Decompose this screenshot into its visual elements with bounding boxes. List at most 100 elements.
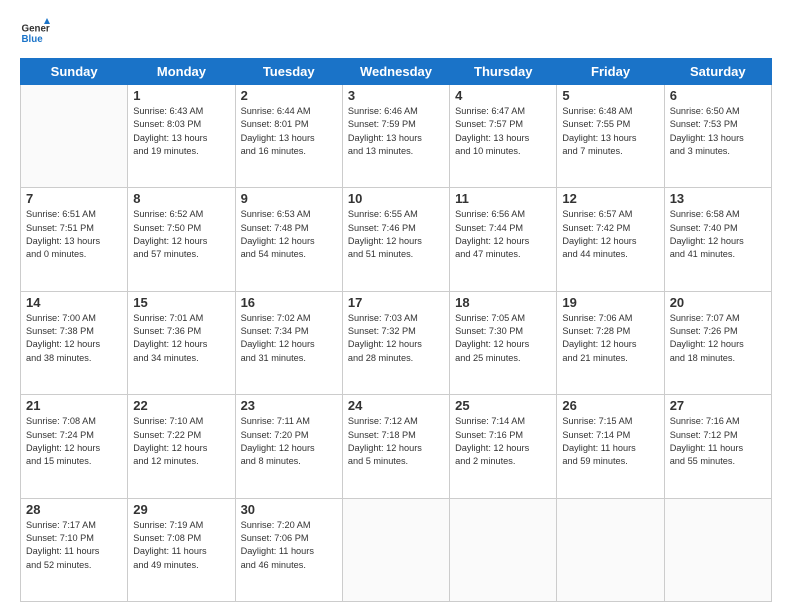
calendar-cell: 3Sunrise: 6:46 AMSunset: 7:59 PMDaylight… bbox=[342, 85, 449, 188]
day-number: 26 bbox=[562, 398, 658, 413]
day-number: 24 bbox=[348, 398, 444, 413]
calendar-cell: 11 Sunrise: 6:56 AMSunset: 7:44 PMDayligh… bbox=[450, 188, 557, 291]
day-info: Sunrise: 6:47 AMSunset: 7:57 PMDaylight:… bbox=[455, 105, 551, 158]
calendar-cell: 22 Sunrise: 7:10 AMSunset: 7:22 PMDayligh… bbox=[128, 395, 235, 498]
calendar-cell: 24 Sunrise: 7:12 AMSunset: 7:18 PMDayligh… bbox=[342, 395, 449, 498]
day-number: 11 bbox=[455, 191, 551, 206]
calendar-cell: 1 Sunrise: 6:43 AMSunset: 8:03 PMDaylight… bbox=[128, 85, 235, 188]
day-number: 14 bbox=[26, 295, 122, 310]
day-info: Sunrise: 6:58 AMSunset: 7:40 PMDaylight:… bbox=[670, 208, 766, 261]
day-info: Sunrise: 6:53 AMSunset: 7:48 PMDaylight:… bbox=[241, 208, 337, 261]
logo: General Blue bbox=[20, 18, 54, 48]
day-number: 17 bbox=[348, 295, 444, 310]
day-number: 20 bbox=[670, 295, 766, 310]
day-info: Sunrise: 7:02 AMSunset: 7:34 PMDaylight:… bbox=[241, 312, 337, 365]
calendar-cell: 25 Sunrise: 7:14 AMSunset: 7:16 PMDayligh… bbox=[450, 395, 557, 498]
day-number: 19 bbox=[562, 295, 658, 310]
day-info: Sunrise: 6:57 AMSunset: 7:42 PMDaylight:… bbox=[562, 208, 658, 261]
day-info: Sunrise: 7:08 AMSunset: 7:24 PMDaylight:… bbox=[26, 415, 122, 468]
day-info: Sunrise: 7:14 AMSunset: 7:16 PMDaylight:… bbox=[455, 415, 551, 468]
logo-icon: General Blue bbox=[20, 18, 50, 48]
day-info: Sunrise: 7:15 AMSunset: 7:14 PMDaylight:… bbox=[562, 415, 658, 468]
calendar-cell: 27 Sunrise: 7:16 AMSunset: 7:12 PMDayligh… bbox=[664, 395, 771, 498]
calendar-cell: 28 Sunrise: 7:17 AMSunset: 7:10 PMDayligh… bbox=[21, 498, 128, 601]
calendar-cell: 2 Sunrise: 6:44 AMSunset: 8:01 PMDaylight… bbox=[235, 85, 342, 188]
day-info: Sunrise: 7:07 AMSunset: 7:26 PMDaylight:… bbox=[670, 312, 766, 365]
day-number: 2 bbox=[241, 88, 337, 103]
day-number: 3 bbox=[348, 88, 444, 103]
calendar-cell: 26 Sunrise: 7:15 AMSunset: 7:14 PMDayligh… bbox=[557, 395, 664, 498]
day-number: 16 bbox=[241, 295, 337, 310]
svg-text:General: General bbox=[22, 24, 51, 35]
day-header-saturday: Saturday bbox=[664, 59, 771, 85]
day-header-thursday: Thursday bbox=[450, 59, 557, 85]
day-number: 15 bbox=[133, 295, 229, 310]
calendar-cell: 20 Sunrise: 7:07 AMSunset: 7:26 PMDayligh… bbox=[664, 291, 771, 394]
day-number: 7 bbox=[26, 191, 122, 206]
day-info: Sunrise: 7:11 AMSunset: 7:20 PMDaylight:… bbox=[241, 415, 337, 468]
day-info: Sunrise: 6:48 AMSunset: 7:55 PMDaylight:… bbox=[562, 105, 658, 158]
day-number: 30 bbox=[241, 502, 337, 517]
calendar-cell bbox=[557, 498, 664, 601]
day-number: 6 bbox=[670, 88, 766, 103]
day-number: 28 bbox=[26, 502, 122, 517]
header: General Blue bbox=[20, 18, 772, 48]
day-info: Sunrise: 7:00 AMSunset: 7:38 PMDaylight:… bbox=[26, 312, 122, 365]
day-number: 5 bbox=[562, 88, 658, 103]
calendar-cell: 8 Sunrise: 6:52 AMSunset: 7:50 PMDaylight… bbox=[128, 188, 235, 291]
calendar-cell: 21 Sunrise: 7:08 AMSunset: 7:24 PMDayligh… bbox=[21, 395, 128, 498]
calendar-cell: 5 Sunrise: 6:48 AMSunset: 7:55 PMDaylight… bbox=[557, 85, 664, 188]
day-number: 21 bbox=[26, 398, 122, 413]
day-number: 27 bbox=[670, 398, 766, 413]
day-number: 12 bbox=[562, 191, 658, 206]
day-info: Sunrise: 6:56 AMSunset: 7:44 PMDaylight:… bbox=[455, 208, 551, 261]
day-info: Sunrise: 7:05 AMSunset: 7:30 PMDaylight:… bbox=[455, 312, 551, 365]
day-info: Sunrise: 7:20 AMSunset: 7:06 PMDaylight:… bbox=[241, 519, 337, 572]
calendar-header-row: SundayMondayTuesdayWednesdayThursdayFrid… bbox=[21, 59, 772, 85]
day-info: Sunrise: 7:17 AMSunset: 7:10 PMDaylight:… bbox=[26, 519, 122, 572]
day-info: Sunrise: 6:43 AMSunset: 8:03 PMDaylight:… bbox=[133, 105, 229, 158]
day-info: Sunrise: 7:06 AMSunset: 7:28 PMDaylight:… bbox=[562, 312, 658, 365]
calendar-cell: 15Sunrise: 7:01 AMSunset: 7:36 PMDayligh… bbox=[128, 291, 235, 394]
calendar-cell: 29 Sunrise: 7:19 AMSunset: 7:08 PMDayligh… bbox=[128, 498, 235, 601]
day-number: 13 bbox=[670, 191, 766, 206]
day-number: 25 bbox=[455, 398, 551, 413]
week-row-1: 1 Sunrise: 6:43 AMSunset: 8:03 PMDaylight… bbox=[21, 85, 772, 188]
calendar-table: SundayMondayTuesdayWednesdayThursdayFrid… bbox=[20, 58, 772, 602]
week-row-5: 28 Sunrise: 7:17 AMSunset: 7:10 PMDayligh… bbox=[21, 498, 772, 601]
day-info: Sunrise: 7:19 AMSunset: 7:08 PMDaylight:… bbox=[133, 519, 229, 572]
day-header-friday: Friday bbox=[557, 59, 664, 85]
calendar-cell: 16 Sunrise: 7:02 AMSunset: 7:34 PMDayligh… bbox=[235, 291, 342, 394]
day-number: 29 bbox=[133, 502, 229, 517]
day-header-wednesday: Wednesday bbox=[342, 59, 449, 85]
calendar-cell: 19 Sunrise: 7:06 AMSunset: 7:28 PMDayligh… bbox=[557, 291, 664, 394]
calendar-cell: 12 Sunrise: 6:57 AMSunset: 7:42 PMDayligh… bbox=[557, 188, 664, 291]
week-row-3: 14 Sunrise: 7:00 AMSunset: 7:38 PMDayligh… bbox=[21, 291, 772, 394]
week-row-2: 7 Sunrise: 6:51 AMSunset: 7:51 PMDaylight… bbox=[21, 188, 772, 291]
day-number: 4 bbox=[455, 88, 551, 103]
day-number: 8 bbox=[133, 191, 229, 206]
calendar-cell: 30 Sunrise: 7:20 AMSunset: 7:06 PMDayligh… bbox=[235, 498, 342, 601]
calendar-cell: 6 Sunrise: 6:50 AMSunset: 7:53 PMDaylight… bbox=[664, 85, 771, 188]
day-number: 18 bbox=[455, 295, 551, 310]
day-number: 1 bbox=[133, 88, 229, 103]
day-info: Sunrise: 6:44 AMSunset: 8:01 PMDaylight:… bbox=[241, 105, 337, 158]
calendar-cell bbox=[342, 498, 449, 601]
day-info: Sunrise: 7:10 AMSunset: 7:22 PMDaylight:… bbox=[133, 415, 229, 468]
day-info: Sunrise: 6:50 AMSunset: 7:53 PMDaylight:… bbox=[670, 105, 766, 158]
calendar-cell: 7 Sunrise: 6:51 AMSunset: 7:51 PMDaylight… bbox=[21, 188, 128, 291]
day-number: 10 bbox=[348, 191, 444, 206]
day-info: Sunrise: 7:12 AMSunset: 7:18 PMDaylight:… bbox=[348, 415, 444, 468]
calendar-cell: 23Sunrise: 7:11 AMSunset: 7:20 PMDayligh… bbox=[235, 395, 342, 498]
day-info: Sunrise: 6:52 AMSunset: 7:50 PMDaylight:… bbox=[133, 208, 229, 261]
svg-text:Blue: Blue bbox=[22, 34, 44, 45]
day-number: 22 bbox=[133, 398, 229, 413]
calendar-cell: 4 Sunrise: 6:47 AMSunset: 7:57 PMDaylight… bbox=[450, 85, 557, 188]
day-header-tuesday: Tuesday bbox=[235, 59, 342, 85]
calendar-cell: 18 Sunrise: 7:05 AMSunset: 7:30 PMDayligh… bbox=[450, 291, 557, 394]
day-header-monday: Monday bbox=[128, 59, 235, 85]
day-info: Sunrise: 7:16 AMSunset: 7:12 PMDaylight:… bbox=[670, 415, 766, 468]
calendar-cell: 13 Sunrise: 6:58 AMSunset: 7:40 PMDayligh… bbox=[664, 188, 771, 291]
day-number: 9 bbox=[241, 191, 337, 206]
day-info: Sunrise: 6:51 AMSunset: 7:51 PMDaylight:… bbox=[26, 208, 122, 261]
